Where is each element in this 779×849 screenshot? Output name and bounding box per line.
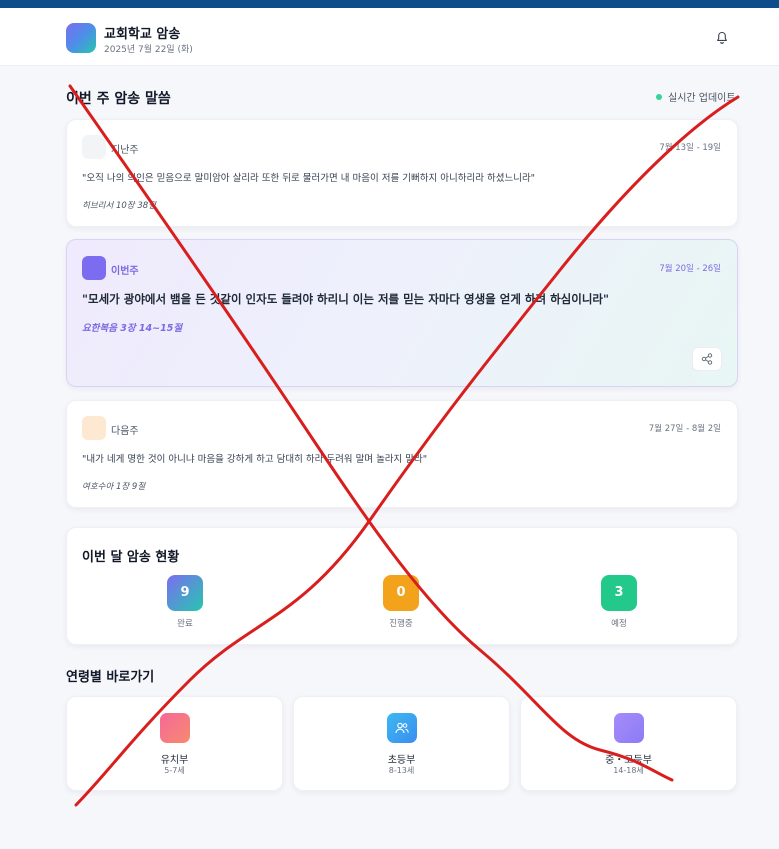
age-group-youth[interactable]: 중・고등부 14-18세	[520, 696, 737, 791]
week-range: 7월 20일 - 26일	[659, 264, 721, 274]
week-icon	[82, 416, 106, 440]
week-label: 이번주	[111, 266, 139, 277]
weekly-section-title: 이번 주 암송 말씀	[66, 91, 171, 107]
week-icon	[82, 135, 106, 159]
share-button[interactable]	[692, 347, 722, 371]
age-group-kindergarten[interactable]: 유치부 5-7세	[66, 696, 283, 791]
verse-text: "내가 네게 명한 것이 아니냐 마음을 강하게 하고 담대히 하라 두려워 말…	[82, 454, 428, 465]
age-group-name: 유치부	[160, 755, 189, 766]
age-group-range: 14-18세	[613, 766, 644, 775]
monthly-status-card: 이번 달 암송 현황 9 완료 0 진행중 3 예정	[66, 527, 738, 645]
verse-card-next-week[interactable]: 다음주 7월 27일 - 8월 2일 "내가 네게 명한 것이 아니냐 마음을 …	[66, 400, 738, 508]
age-group-range: 8-13세	[388, 766, 415, 775]
age-groups-section-title: 연령별 바로가기	[66, 670, 155, 685]
stat-planned: 3 예정	[589, 575, 649, 629]
stat-label: 예정	[611, 619, 627, 629]
age-group-elementary[interactable]: 초등부 8-13세	[293, 696, 510, 791]
week-range: 7월 27일 - 8월 2일	[648, 424, 721, 434]
users-icon	[387, 713, 417, 743]
stat-completed: 9 완료	[155, 575, 215, 629]
stat-label: 진행중	[389, 619, 413, 629]
app-header: 교회학교 암송 2025년 7월 22일 (화)	[0, 8, 779, 66]
stat-value: 0	[383, 575, 419, 611]
live-dot	[656, 93, 662, 100]
app-title: 교회학교 암송	[104, 27, 181, 42]
age-group-range: 5-7세	[164, 766, 185, 775]
current-date: 2025년 7월 22일 (화)	[104, 45, 193, 55]
stat-value: 9	[167, 575, 203, 611]
stat-value: 3	[601, 575, 637, 611]
teens-icon	[614, 713, 644, 743]
week-label: 지난주	[111, 145, 139, 156]
top-accent-bar	[0, 0, 779, 8]
verse-card-this-week[interactable]: 이번주 7월 20일 - 26일 "모세가 광야에서 뱀을 든 것같이 인자도 …	[66, 239, 738, 387]
week-range: 7월 13일 - 19일	[659, 143, 721, 153]
live-update-indicator: 실시간 업데이트	[656, 89, 736, 104]
share-icon	[701, 353, 713, 365]
age-group-name: 중・고등부	[605, 755, 652, 766]
verse-text: "모세가 광야에서 뱀을 든 것같이 인자도 들려야 하리니 이는 저를 믿는 …	[82, 292, 609, 306]
monthly-section-title: 이번 달 암송 현황	[82, 550, 180, 565]
stat-label: 완료	[177, 619, 193, 629]
verse-reference: 요한복음 3장 14~15절	[82, 323, 183, 334]
live-update-label: 실시간 업데이트	[668, 93, 736, 104]
verse-text: "오직 나의 의인은 믿음으로 말미암아 살리라 또한 뒤로 물러가면 내 마음…	[82, 173, 536, 184]
verse-reference: 여호수아 1장 9절	[82, 482, 146, 492]
verse-reference: 히브리서 10장 38절	[82, 201, 156, 211]
week-icon	[82, 256, 106, 280]
kids-icon	[160, 713, 190, 743]
bell-icon[interactable]	[714, 30, 730, 46]
verse-card-last-week[interactable]: 지난주 7월 13일 - 19일 "오직 나의 의인은 믿음으로 말미암아 살리…	[66, 119, 738, 227]
week-label: 다음주	[111, 426, 139, 437]
age-group-name: 초등부	[387, 755, 416, 766]
app-logo	[66, 23, 96, 53]
stat-in-progress: 0 진행중	[371, 575, 431, 629]
